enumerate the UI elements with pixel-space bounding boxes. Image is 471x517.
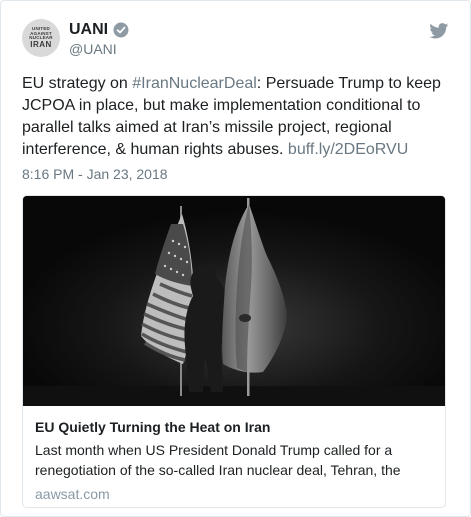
avatar-logo-line: IRAN — [30, 39, 52, 49]
card-description: Last month when US President Donald Trum… — [35, 442, 401, 478]
tweet-header: UNITED AGAINST NUCLEAR IRAN UANI @UANI — [22, 19, 452, 59]
tweet-text: EU strategy on #IranNuclearDeal: Persuad… — [22, 73, 452, 161]
hashtag-link[interactable]: #IranNuclearDeal — [132, 75, 257, 92]
short-url-link[interactable]: buff.ly/2DEoRVU — [288, 141, 408, 158]
card-title: EU Quietly Turning the Heat on Iran — [35, 419, 271, 435]
display-name-row: UANI — [69, 20, 129, 40]
display-name[interactable]: UANI — [69, 21, 108, 39]
verified-badge-icon — [113, 22, 129, 38]
tweet-embed: UNITED AGAINST NUCLEAR IRAN UANI @UANI E… — [0, 0, 471, 517]
link-preview-card[interactable]: EU Quietly Turning the Heat on Iran Last… — [22, 195, 446, 508]
card-image — [23, 196, 445, 406]
account-handle[interactable]: @UANI — [69, 41, 129, 57]
avatar[interactable]: UNITED AGAINST NUCLEAR IRAN — [22, 19, 60, 57]
card-body: EU Quietly Turning the Heat on Iran Last… — [23, 406, 445, 502]
tweet-timestamp[interactable]: 8:16 PM - Jan 23, 2018 — [22, 166, 168, 182]
twitter-bird-icon[interactable] — [429, 23, 449, 39]
account-names: UANI @UANI — [69, 20, 129, 57]
tweet-text-segment: EU strategy on — [22, 75, 133, 92]
card-domain: aawsat.com — [35, 486, 110, 502]
